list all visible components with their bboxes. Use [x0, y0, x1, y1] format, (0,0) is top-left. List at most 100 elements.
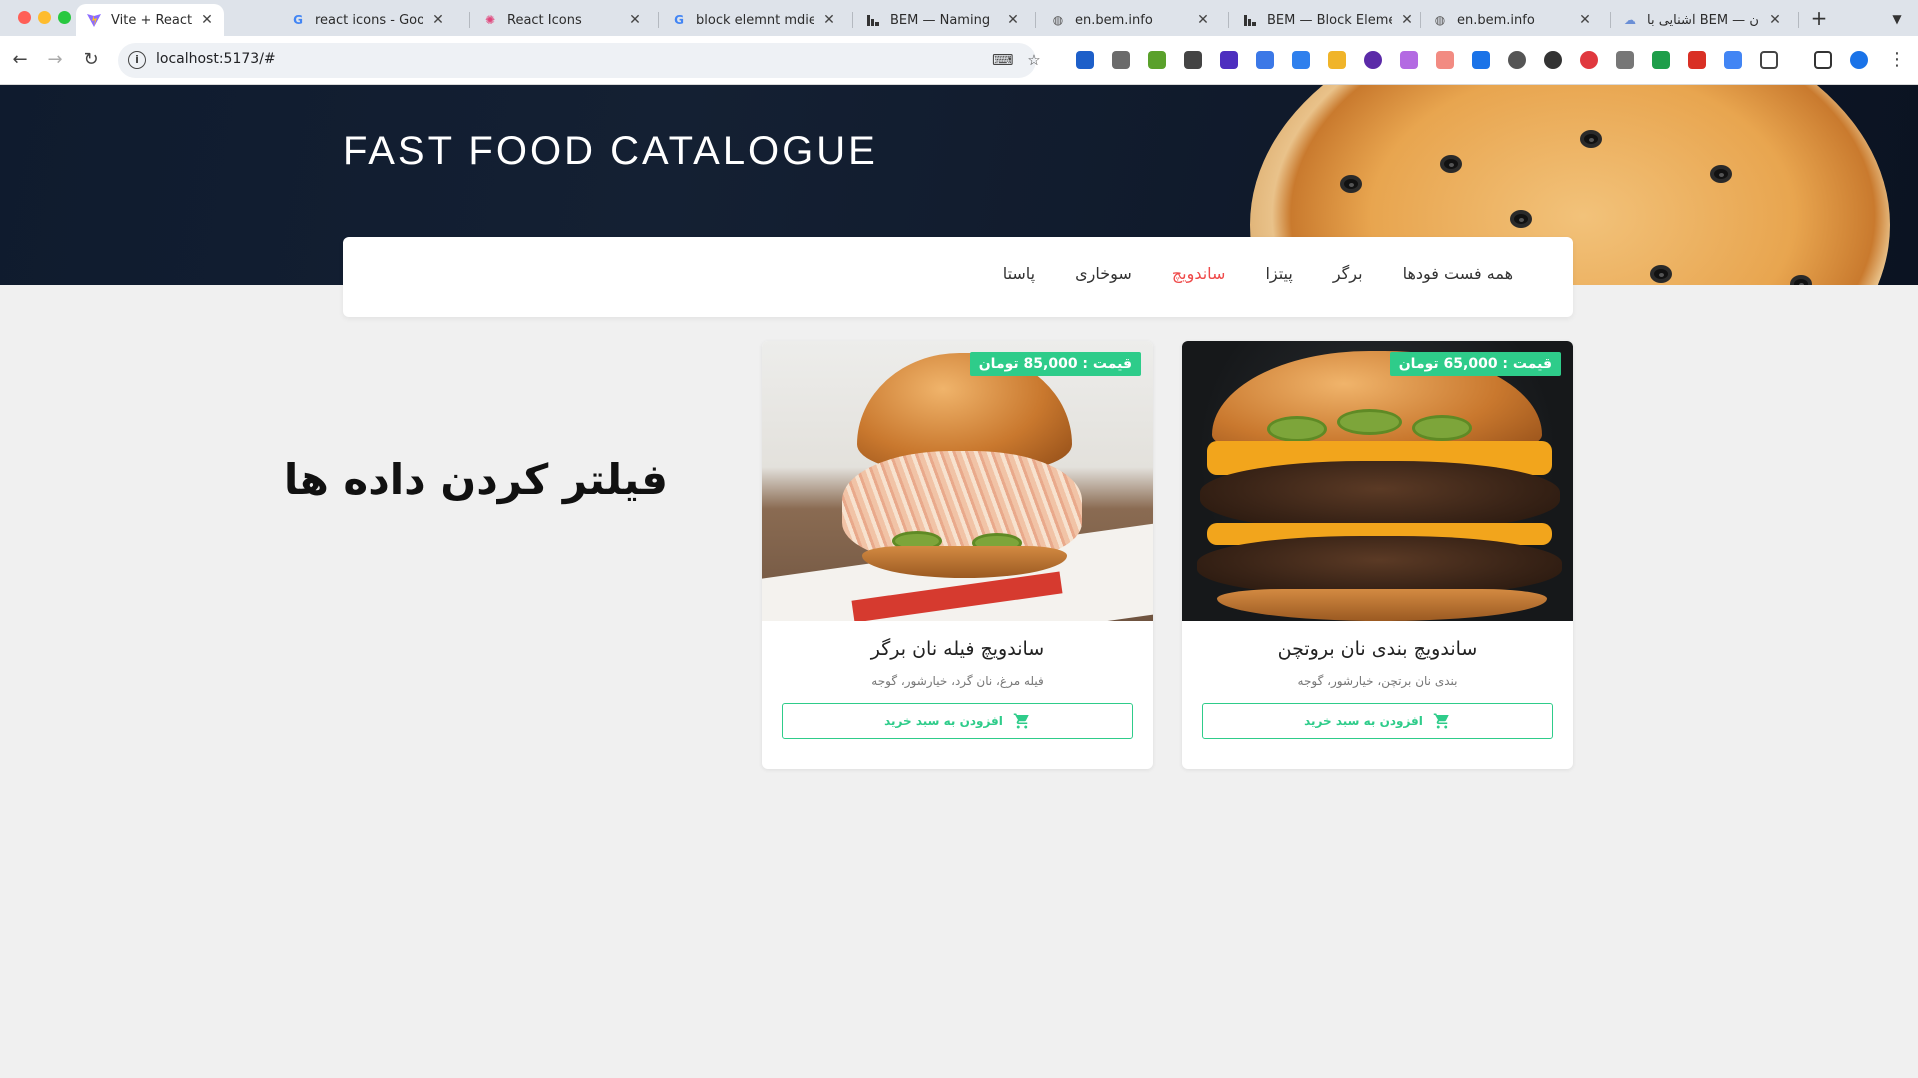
bookmark-star-icon[interactable]: ☆ [1024, 50, 1044, 70]
product-ingredients: فیله مرغ، نان گرد، خیارشور، گوجه [871, 674, 1044, 688]
back-arrow-icon[interactable]: ← [7, 47, 33, 73]
filter-sandwich[interactable]: ساندویچ [1172, 264, 1226, 283]
profile-avatar-icon[interactable] [1850, 51, 1868, 69]
extension-icon[interactable] [1148, 51, 1166, 69]
tab-separator [852, 12, 853, 28]
tab-search-chevron-icon[interactable]: ▼ [1884, 6, 1910, 32]
add-to-cart-button[interactable]: افزودن به سبد خرید [782, 703, 1133, 739]
tab-separator [1035, 12, 1036, 28]
extension-icon[interactable] [1472, 51, 1490, 69]
product-card: قیمت : 65,000 تومان ساندویچ بندی نان برو… [1182, 341, 1573, 769]
extension-icon[interactable] [1076, 51, 1094, 69]
tab-separator [1228, 12, 1229, 28]
shopping-cart-icon [1013, 713, 1029, 729]
close-icon[interactable]: ✕ [822, 12, 836, 28]
google-icon: G [293, 13, 303, 27]
product-image [1182, 341, 1573, 621]
tab-en-bem-info[interactable]: ◍ en.bem.info ✕ [1040, 4, 1220, 36]
add-to-cart-label: افزودن به سبد خرید [884, 714, 1003, 728]
tab-bem-block-element[interactable]: BEM — Block Elemen ✕ [1232, 4, 1424, 36]
tab-block-element-search[interactable]: G block elemnt mdier ب ✕ [661, 4, 846, 36]
close-icon[interactable]: ✕ [628, 12, 642, 28]
tab-react-icons-google[interactable]: G react icons - Google ✕ [280, 4, 455, 36]
extension-icon[interactable] [1256, 51, 1274, 69]
add-to-cart-label: افزودن به سبد خرید [1304, 714, 1423, 728]
browser-toolbar: ← → ↻ i localhost:5173/# ⌨ ☆ ⋮ [0, 36, 1918, 85]
tab-title: آشنایی با BEM — به زبان [1647, 12, 1760, 28]
url-text[interactable]: localhost:5173/# [156, 51, 276, 67]
tab-title: BEM — Block Elemen [1267, 12, 1392, 28]
tab-separator [469, 12, 470, 28]
tab-title: Vite + React [111, 12, 192, 28]
tab-title: react icons - Google [315, 12, 423, 28]
google-icon: G [674, 13, 684, 27]
tab-title: en.bem.info [1457, 12, 1535, 28]
tab-separator [1798, 12, 1799, 28]
price-badge: قیمت : 85,000 تومان [969, 352, 1141, 376]
tab-en-bem-info-2[interactable]: ◍ en.bem.info ✕ [1422, 4, 1602, 36]
window-close-button[interactable] [18, 11, 31, 24]
tab-react-icons[interactable]: ✺ React Icons ✕ [472, 4, 652, 36]
tab-separator [1610, 12, 1611, 28]
extension-icon[interactable] [1508, 51, 1526, 69]
close-icon[interactable]: ✕ [1578, 12, 1592, 28]
extension-icon[interactable] [1292, 51, 1310, 69]
section-heading: فیلتر کردن داده ها [283, 455, 668, 504]
close-icon[interactable]: ✕ [200, 12, 214, 28]
window-zoom-button[interactable] [58, 11, 71, 24]
extension-icon[interactable] [1328, 51, 1346, 69]
close-icon[interactable]: ✕ [1768, 12, 1782, 28]
filter-burger[interactable]: برگر [1333, 264, 1363, 283]
page-title: FAST FOOD CATALOGUE [343, 129, 878, 173]
new-tab-button[interactable]: + [1806, 6, 1832, 32]
filter-pasta[interactable]: پاستا [1003, 264, 1035, 283]
shopping-cart-icon [1433, 713, 1449, 729]
tab-bem-naming[interactable]: BEM — Naming ✕ [855, 4, 1030, 36]
bem-icon [865, 12, 881, 28]
extension-icon[interactable] [1220, 51, 1238, 69]
close-icon[interactable]: ✕ [1196, 12, 1210, 28]
extension-icon[interactable] [1112, 51, 1130, 69]
puzzle-icon[interactable] [1760, 51, 1778, 69]
tab-separator [1420, 12, 1421, 28]
product-name: ساندویچ فیله نان برگر [870, 638, 1045, 660]
side-panel-icon[interactable] [1814, 51, 1832, 69]
adblock-icon[interactable] [1580, 51, 1598, 69]
filter-pizza[interactable]: پیتزا [1265, 264, 1292, 283]
add-to-cart-button[interactable]: افزودن به سبد خرید [1202, 703, 1553, 739]
close-icon[interactable]: ✕ [431, 12, 445, 28]
globe-icon: ◍ [1052, 13, 1064, 27]
tab-title: block elemnt mdier ب [696, 12, 814, 28]
vite-icon [86, 12, 102, 28]
extension-icon[interactable] [1184, 51, 1202, 69]
browser-tab-bar: Vite + React ✕ G react icons - Google ✕ … [0, 0, 1918, 36]
extension-icon[interactable] [1688, 51, 1706, 69]
bem-icon [1242, 12, 1258, 28]
filter-fried[interactable]: سوخاری [1075, 264, 1132, 283]
tab-vite-react[interactable]: Vite + React ✕ [76, 4, 224, 36]
filter-all[interactable]: همه فست فودها [1403, 264, 1513, 283]
forward-arrow-icon[interactable]: → [42, 47, 68, 73]
address-bar[interactable]: i localhost:5173/# ⌨ ☆ [118, 43, 1041, 78]
globe-icon: ◍ [1434, 13, 1446, 27]
extension-icon[interactable] [1544, 51, 1562, 69]
reload-icon[interactable]: ↻ [78, 47, 104, 73]
more-menu-icon[interactable]: ⋮ [1884, 47, 1910, 73]
close-icon[interactable]: ✕ [1006, 12, 1020, 28]
extension-icon[interactable] [1724, 51, 1742, 69]
tab-title: en.bem.info [1075, 12, 1153, 28]
product-image [762, 341, 1153, 621]
close-icon[interactable]: ✕ [1400, 12, 1414, 28]
translate-icon[interactable]: ⌨ [992, 50, 1014, 70]
tab-title: BEM — Naming [890, 12, 991, 28]
extension-icon[interactable] [1436, 51, 1454, 69]
site-info-icon[interactable]: i [128, 51, 146, 69]
shield-icon[interactable] [1652, 51, 1670, 69]
page-viewport: FAST FOOD CATALOGUE همه فست فودها برگر پ… [0, 85, 1918, 1078]
filter-list: همه فست فودها برگر پیتزا ساندویچ سوخاری … [1003, 264, 1513, 283]
extension-icon[interactable] [1400, 51, 1418, 69]
extension-icon[interactable] [1616, 51, 1634, 69]
extension-icon[interactable] [1364, 51, 1382, 69]
tab-bem-intro-persian[interactable]: ☁ آشنایی با BEM — به زبان ✕ [1612, 4, 1792, 36]
window-minimize-button[interactable] [38, 11, 51, 24]
